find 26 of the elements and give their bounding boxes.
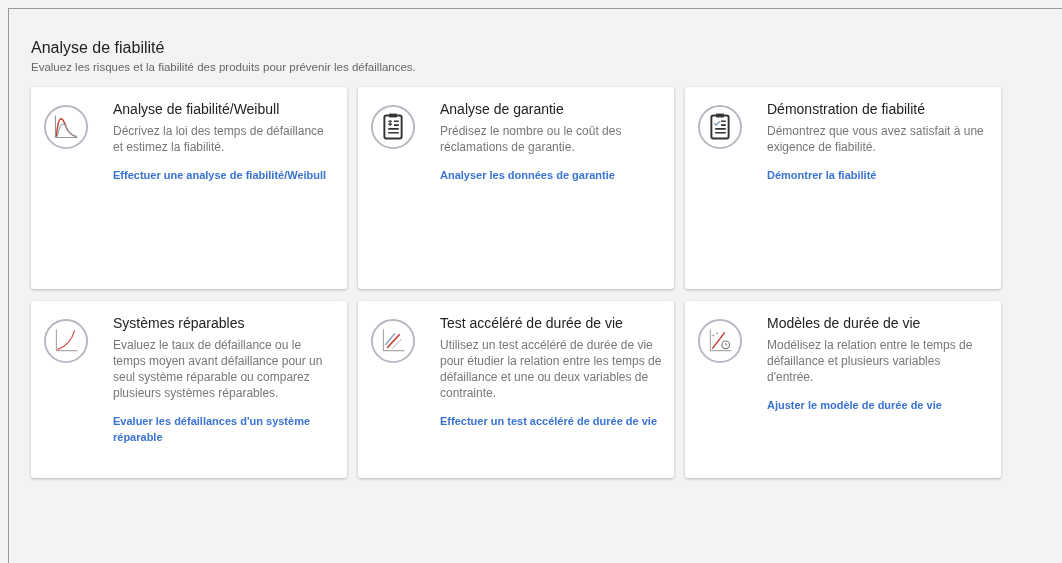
chart-stopwatch-icon <box>697 318 743 364</box>
card-description: Modélisez la relation entre le temps de défaillance et plusieurs variables d'entrée. <box>767 337 974 385</box>
clipboard-check-icon <box>697 104 743 150</box>
card-description: Démontrez que vous avez satisfait à une exigence de fiabilité. <box>767 123 985 155</box>
card-title: Analyse de garantie <box>440 101 564 117</box>
card-title: Analyse de fiabilité/Weibull <box>113 101 280 117</box>
card-description: Prédisez le nombre ou le coût des réclamations de garantie. <box>440 123 623 155</box>
card-title: Test accéléré de durée de vie <box>440 315 623 331</box>
card-description: Décrivez la loi des temps de défaillance et estimez la fiabilité. <box>113 123 325 155</box>
card-link[interactable]: Evaluer les défaillances d'un système réparable <box>113 413 335 445</box>
card-link[interactable]: Démontrer la fiabilité <box>767 167 877 183</box>
card-link[interactable]: Ajuster le modèle de durée de vie <box>767 397 942 413</box>
card-link[interactable]: Analyser les données de garantie <box>440 167 615 183</box>
card-title: Systèmes réparables <box>113 315 245 331</box>
card-title: Modèles de durée de vie <box>767 315 921 331</box>
line-chart-icon <box>370 318 416 364</box>
card-description: Utilisez un test accéléré de durée de vie pour étudier la relation entre les temps de défaillance et une ou deux variables de contrainte. <box>440 337 662 401</box>
card-description: Evaluez le taux de défaillance ou le temps moyen avant défaillance pour un seul système réparable ou comparez plusieurs systèmes réparables. <box>113 337 324 401</box>
curve-chart-icon <box>43 318 89 364</box>
card-title: Démonstration de fiabilité <box>767 101 925 117</box>
clipboard-dollar-icon <box>370 104 416 150</box>
section-subtitle: Evaluez les risques et la fiabilité des produits pour prévenir les défaillances. <box>31 61 417 73</box>
curve-chart-icon <box>43 104 89 150</box>
card-link[interactable]: Effectuer un test accéléré de durée de vie <box>440 413 658 429</box>
card-link[interactable]: Effectuer une analyse de fiabilité/Weibull <box>113 167 327 183</box>
section-title: Analyse de fiabilité <box>31 39 166 57</box>
